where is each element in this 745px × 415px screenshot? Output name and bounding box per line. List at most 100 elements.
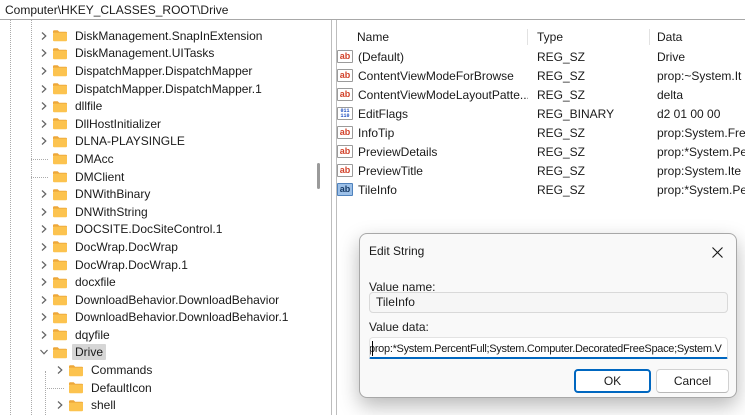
chevron-right-icon[interactable]	[36, 205, 51, 219]
value-type-cell: REG_SZ	[528, 183, 650, 197]
folder-icon	[52, 240, 68, 253]
value-name-cell: ab TileInfo	[337, 183, 528, 197]
column-header-type[interactable]: Type	[528, 29, 650, 45]
tree-item-downloadbehavior-downloadbehavior[interactable]: DownloadBehavior.DownloadBehavior	[0, 291, 331, 309]
close-icon	[712, 247, 723, 258]
cancel-button[interactable]: Cancel	[656, 369, 729, 393]
tree-item-label: DllHostInitializer	[72, 116, 164, 132]
chevron-right-icon[interactable]	[36, 187, 51, 201]
chevron-down-icon[interactable]	[36, 345, 51, 359]
registry-value-row-previewdetails[interactable]: abPreviewDetailsREG_SZprop:*System.Pe	[337, 142, 745, 161]
tree-item-dllfile[interactable]: dllfile	[0, 97, 331, 115]
value-name-cell: 011110 EditFlags	[337, 107, 528, 121]
value-type-cell: REG_SZ	[528, 69, 650, 83]
tree-item-label: DLNA-PLAYSINGLE	[72, 133, 188, 149]
chevron-right-icon[interactable]	[36, 82, 51, 96]
tree-item-diskmanagement-uitasks[interactable]: DiskManagement.UITasks	[0, 45, 331, 63]
string-value-icon: ab	[337, 126, 353, 139]
tree-vertical-scrollbar[interactable]	[317, 163, 320, 189]
tree-item-docwrap-docwrap-1[interactable]: DocWrap.DocWrap.1	[0, 256, 331, 274]
folder-icon	[52, 29, 68, 42]
value-name-cell: ab ContentViewModeLayoutPatte...	[337, 88, 528, 102]
chevron-right-icon[interactable]	[36, 275, 51, 289]
tree-item-label: DNWithString	[72, 204, 151, 220]
chevron-right-icon[interactable]	[36, 117, 51, 131]
chevron-right-icon[interactable]	[36, 328, 51, 342]
value-name-text: TileInfo	[358, 183, 397, 197]
tree-item-shell[interactable]: shell	[0, 396, 331, 414]
registry-value-row-contentviewmodelayoutpatte[interactable]: abContentViewModeLayoutPatte...REG_SZdel…	[337, 85, 745, 104]
chevron-right-icon[interactable]	[36, 134, 51, 148]
tree-item-docxfile[interactable]: docxfile	[0, 273, 331, 291]
column-header-name[interactable]: Name	[337, 29, 528, 45]
registry-value-row-tileinfo[interactable]: ab TileInfo REG_SZprop:*System.Pe	[337, 180, 745, 199]
close-button[interactable]	[704, 239, 730, 265]
folder-icon	[52, 170, 68, 183]
folder-icon	[52, 223, 68, 236]
tree-item-dmclient[interactable]: DMClient	[0, 168, 331, 186]
tree-item-label: DefaultIcon	[88, 380, 155, 396]
address-path: Computer\HKEY_CLASSES_ROOT\Drive	[5, 3, 228, 17]
string-value-icon: ab	[337, 164, 353, 177]
string-value-icon: ab	[337, 69, 353, 82]
address-bar[interactable]: Computer\HKEY_CLASSES_ROOT\Drive	[0, 0, 745, 20]
tree-item-docwrap-docwrap[interactable]: DocWrap.DocWrap	[0, 238, 331, 256]
folder-icon	[52, 276, 68, 289]
registry-value-row-infotip[interactable]: abInfoTipREG_SZprop:System.Fre	[337, 123, 745, 142]
tree-item-diskmanagement-snapinextension[interactable]: DiskManagement.SnapInExtension	[0, 27, 331, 45]
ok-button[interactable]: OK	[574, 369, 651, 393]
registry-tree-pane: DiskManagement.SnapInExtensionDiskManage…	[0, 20, 331, 415]
folder-icon	[52, 346, 68, 359]
registry-value-row-default[interactable]: ab(Default)REG_SZDrive	[337, 47, 745, 66]
tree-item-docsite-docsitecontrol-1[interactable]: DOCSITE.DocSiteControl.1	[0, 221, 331, 239]
value-data-cell: delta	[650, 88, 745, 102]
registry-value-row-editflags[interactable]: 011110EditFlagsREG_BINARYd2 01 00 00	[337, 104, 745, 123]
registry-value-row-previewtitle[interactable]: abPreviewTitleREG_SZprop:System.Ite	[337, 161, 745, 180]
value-data-cell: prop:~System.It	[650, 69, 745, 83]
tree-item-downloadbehavior-downloadbehavior-1[interactable]: DownloadBehavior.DownloadBehavior.1	[0, 309, 331, 327]
folder-icon	[52, 135, 68, 148]
tree-item-dllhostinitializer[interactable]: DllHostInitializer	[0, 115, 331, 133]
tree-item-dnwithbinary[interactable]: DNWithBinary	[0, 185, 331, 203]
chevron-right-icon[interactable]	[52, 398, 67, 412]
tree-item-defaulticon[interactable]: DefaultIcon	[0, 379, 331, 397]
registry-value-row-contentviewmodeforbrowse[interactable]: abContentViewModeForBrowseREG_SZprop:~Sy…	[337, 66, 745, 85]
chevron-right-icon[interactable]	[36, 46, 51, 60]
tree-item-dispatchmapper-dispatchmapper[interactable]: DispatchMapper.DispatchMapper	[0, 62, 331, 80]
column-header-data[interactable]: Data	[650, 29, 745, 45]
value-name-text: EditFlags	[358, 107, 408, 121]
value-name-text: PreviewDetails	[358, 145, 437, 159]
value-name-cell: abPreviewTitle	[337, 164, 528, 178]
string-value-icon: ab	[337, 183, 353, 196]
chevron-right-icon[interactable]	[36, 99, 51, 113]
registry-tree: DiskManagement.SnapInExtensionDiskManage…	[0, 27, 331, 414]
chevron-right-icon[interactable]	[36, 258, 51, 272]
value-name-text: ContentViewModeLayoutPatte...	[358, 88, 528, 102]
value-data-input[interactable]: prop:*System.PercentFull;System.Computer…	[369, 337, 728, 359]
tree-item-dmacc[interactable]: DMAcc	[0, 150, 331, 168]
value-name-field[interactable]: TileInfo	[369, 292, 728, 313]
tree-item-dqyfile[interactable]: dqyfile	[0, 326, 331, 344]
value-data-cell: prop:*System.Pe	[650, 183, 745, 197]
binary-value-icon: 011110	[337, 107, 353, 120]
tree-item-commands[interactable]: Commands	[0, 361, 331, 379]
chevron-right-icon[interactable]	[36, 310, 51, 324]
string-value-icon: ab	[337, 88, 353, 101]
tree-item-label: DispatchMapper.DispatchMapper	[72, 63, 255, 79]
folder-icon	[52, 117, 68, 130]
tree-item-dispatchmapper-dispatchmapper-1[interactable]: DispatchMapper.DispatchMapper.1	[0, 80, 331, 98]
folder-icon	[52, 258, 68, 271]
chevron-right-icon[interactable]	[52, 363, 67, 377]
chevron-right-icon[interactable]	[36, 64, 51, 78]
value-name-cell: abContentViewModeForBrowse	[337, 69, 528, 83]
tree-item-label: DMClient	[72, 169, 127, 185]
tree-item-dlna-playsingle[interactable]: DLNA-PLAYSINGLE	[0, 133, 331, 151]
chevron-right-icon[interactable]	[36, 29, 51, 43]
tree-item-drive[interactable]: Drive	[0, 344, 331, 362]
value-data-cell: prop:System.Fre	[650, 126, 745, 140]
chevron-right-icon[interactable]	[36, 222, 51, 236]
tree-item-dnwithstring[interactable]: DNWithString	[0, 203, 331, 221]
tree-item-label: DMAcc	[72, 151, 117, 167]
chevron-right-icon[interactable]	[36, 293, 51, 307]
chevron-right-icon[interactable]	[36, 240, 51, 254]
